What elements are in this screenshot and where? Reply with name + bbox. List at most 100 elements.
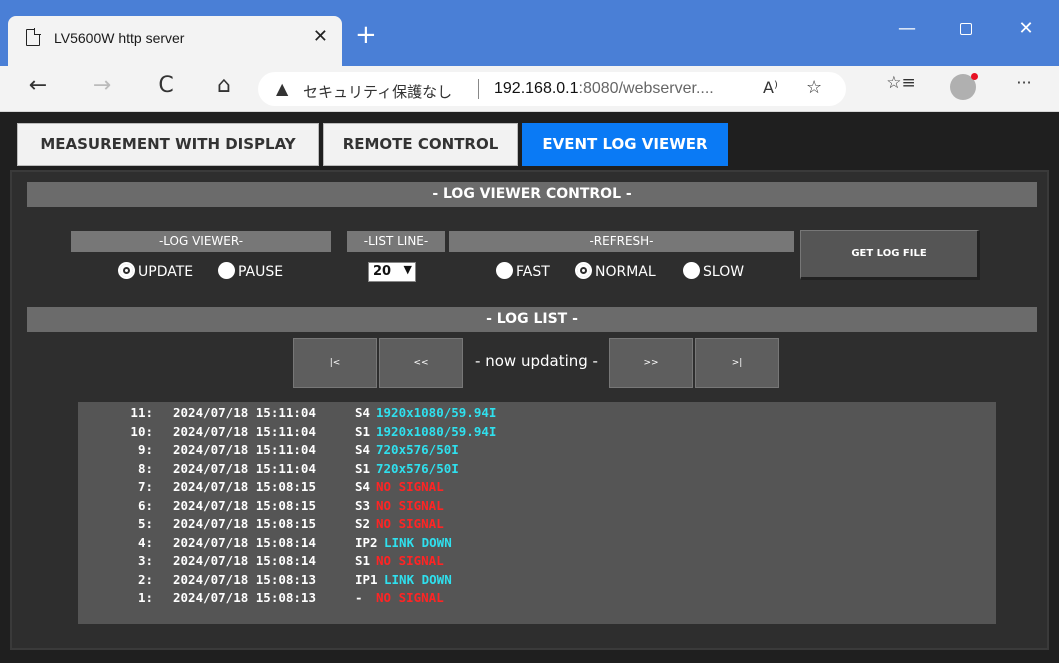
log-source: IP1 — [355, 571, 378, 587]
home-icon[interactable]: ⌂ — [208, 73, 240, 105]
last-page-button[interactable]: >| — [695, 338, 779, 388]
log-timestamp: 2024/07/18 15:11:04 — [173, 423, 316, 439]
log-timestamp: 2024/07/18 15:11:04 — [173, 460, 316, 476]
log-message: NO SIGNAL — [376, 553, 444, 568]
log-source: S2 — [355, 516, 371, 531]
radio-normal[interactable]: NORMAL — [575, 262, 656, 280]
window-minimize-button[interactable]: — — [885, 14, 929, 44]
log-source: S3 — [355, 497, 371, 513]
log-list: 11: 2024/07/18 15:11:04 S4 1920x1080/59.94I… — [78, 402, 996, 624]
log-number: 4: — [137, 534, 153, 550]
next-page-button[interactable]: >> — [609, 338, 693, 388]
log-number: 10: — [130, 423, 153, 439]
update-status: - now updating - — [475, 352, 598, 370]
log-number: 2: — [137, 571, 153, 587]
previous-page-button[interactable]: << — [379, 338, 463, 388]
log-message: 720x576/50I — [376, 442, 459, 457]
log-number: 9: — [137, 442, 153, 457]
log-message: 1920x1080/59.94I — [376, 423, 497, 439]
log-message: LINK DOWN — [384, 534, 452, 550]
profile-avatar[interactable] — [950, 73, 978, 100]
browser-title-bar: LV5600W http server ✕ + — ✕ — [0, 0, 1059, 66]
url-text: 192.168.0.1:8080/webserver.... — [494, 80, 714, 98]
log-source: S1 — [355, 553, 371, 568]
tab-close-icon[interactable]: ✕ — [313, 26, 328, 47]
browser-tab[interactable]: LV5600W http server ✕ — [8, 16, 342, 66]
log-number: 1: — [137, 590, 153, 605]
radio-normal-label: NORMAL — [595, 264, 656, 280]
log-row: 7: 2024/07/18 15:08:15 S4 NO SIGNAL — [78, 478, 996, 497]
log-source: IP2 — [355, 534, 378, 550]
favorites-icon[interactable]: ☆≡ — [885, 73, 917, 105]
radio-pause[interactable]: PAUSE — [218, 262, 283, 280]
log-timestamp: 2024/07/18 15:08:15 — [173, 479, 316, 494]
new-tab-button[interactable]: + — [355, 22, 377, 48]
log-row: 4: 2024/07/18 15:08:14 IP2 LINK DOWN — [78, 534, 996, 553]
log-list-header: - LOG LIST - — [27, 307, 1037, 332]
log-timestamp: 2024/07/18 15:11:04 — [173, 405, 316, 420]
address-separator — [478, 79, 479, 99]
log-message: NO SIGNAL — [376, 497, 444, 513]
log-row: 2: 2024/07/18 15:08:13 IP1 LINK DOWN — [78, 571, 996, 590]
log-source: - — [355, 590, 363, 605]
radio-fast[interactable]: FAST — [496, 262, 550, 280]
log-timestamp: 2024/07/18 15:08:14 — [173, 553, 316, 568]
log-source: S1 — [355, 423, 371, 439]
log-timestamp: 2024/07/18 15:08:15 — [173, 516, 316, 531]
log-row: 1: 2024/07/18 15:08:13 - NO SIGNAL — [78, 589, 996, 608]
log-number: 8: — [137, 460, 153, 476]
radio-slow-indicator — [683, 262, 700, 279]
security-label: セキュリティ保護なし — [303, 83, 453, 101]
browser-toolbar: ← → C ⌂ ▲ セキュリティ保護なし 192.168.0.1:8080/we… — [0, 66, 1059, 112]
window-maximize-button[interactable] — [944, 14, 988, 44]
log-number: 3: — [137, 553, 153, 568]
warning-icon: ▲ — [276, 79, 289, 98]
log-timestamp: 2024/07/18 15:08:13 — [173, 571, 316, 587]
log-message: 720x576/50I — [376, 460, 459, 476]
reload-icon[interactable]: C — [150, 73, 182, 105]
log-row: 8: 2024/07/18 15:11:04 S1 720x576/50I — [78, 460, 996, 479]
more-icon[interactable]: ··· — [1008, 73, 1040, 105]
list-line-label: -LIST LINE- — [347, 231, 445, 252]
url-path: :8080/webserver.... — [578, 80, 714, 97]
log-message: 1920x1080/59.94I — [376, 405, 497, 420]
read-aloud-icon[interactable]: A⁾ — [763, 78, 778, 97]
favorite-star-icon[interactable]: ☆ — [806, 77, 822, 98]
forward-icon[interactable]: → — [86, 73, 118, 105]
log-number: 5: — [137, 516, 153, 531]
tab-event-log-viewer[interactable]: EVENT LOG VIEWER — [522, 123, 728, 166]
log-row: 3: 2024/07/18 15:08:14 S1 NO SIGNAL — [78, 552, 996, 571]
chevron-down-icon: ▼ — [403, 263, 412, 276]
radio-normal-indicator — [575, 262, 592, 279]
tab-title: LV5600W http server — [54, 30, 185, 46]
radio-update-indicator — [118, 262, 135, 279]
page-content: MEASUREMENT WITH DISPLAY REMOTE CONTROL … — [0, 112, 1059, 663]
log-timestamp: 2024/07/18 15:08:13 — [173, 590, 316, 605]
back-icon[interactable]: ← — [22, 73, 54, 105]
address-bar[interactable]: ▲ セキュリティ保護なし 192.168.0.1:8080/webserver.… — [258, 72, 846, 106]
log-row: 10: 2024/07/18 15:11:04 S1 1920x1080/59.94I — [78, 423, 996, 442]
window-close-button[interactable]: ✕ — [1004, 14, 1048, 44]
log-source: S4 — [355, 405, 371, 420]
log-message: NO SIGNAL — [376, 479, 444, 494]
refresh-label: -REFRESH- — [449, 231, 794, 252]
list-line-select[interactable]: 20 ▼ — [368, 262, 416, 282]
radio-update[interactable]: UPDATE — [118, 262, 193, 280]
get-log-file-button[interactable]: GET LOG FILE — [800, 230, 980, 280]
tab-measurement-with-display[interactable]: MEASUREMENT WITH DISPLAY — [17, 123, 319, 166]
tab-remote-control[interactable]: REMOTE CONTROL — [323, 123, 518, 166]
url-host: 192.168.0.1 — [494, 80, 579, 97]
log-timestamp: 2024/07/18 15:08:14 — [173, 534, 316, 550]
radio-pause-label: PAUSE — [238, 264, 284, 280]
radio-slow[interactable]: SLOW — [683, 262, 744, 280]
log-source: S1 — [355, 460, 371, 476]
radio-fast-indicator — [496, 262, 513, 279]
log-row: 5: 2024/07/18 15:08:15 S2 NO SIGNAL — [78, 515, 996, 534]
first-page-button[interactable]: |< — [293, 338, 377, 388]
list-line-value: 20 — [373, 264, 392, 279]
radio-fast-label: FAST — [516, 264, 550, 280]
log-message: LINK DOWN — [384, 571, 452, 587]
log-timestamp: 2024/07/18 15:08:15 — [173, 497, 316, 513]
log-row: 11: 2024/07/18 15:11:04 S4 1920x1080/59.94I — [78, 404, 996, 423]
log-viewer-control-header: - LOG VIEWER CONTROL - — [27, 182, 1037, 207]
